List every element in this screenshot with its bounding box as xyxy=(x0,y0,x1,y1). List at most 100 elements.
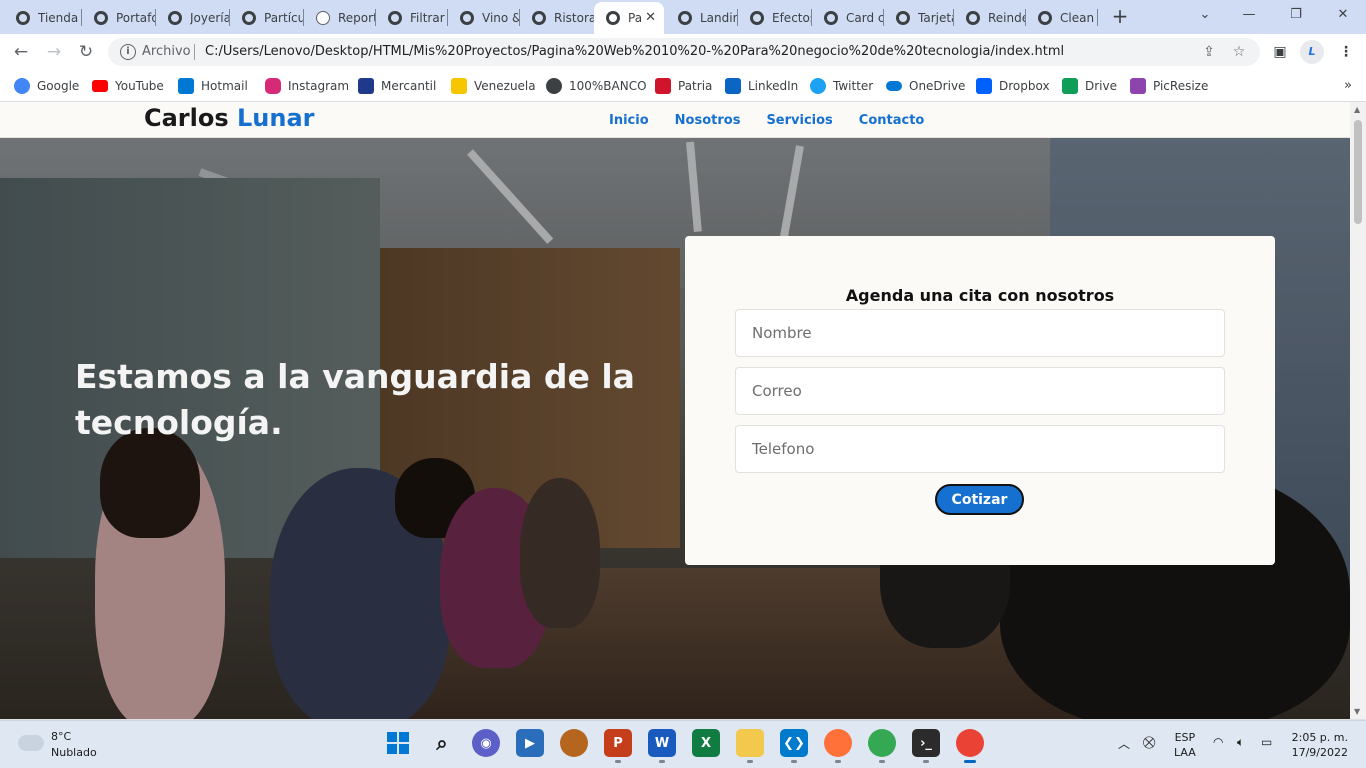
clock[interactable]: 2:05 p. m. 17/9/2022 xyxy=(1290,730,1348,760)
scrollbar-thumb[interactable] xyxy=(1354,120,1362,224)
profile-avatar[interactable]: L xyxy=(1300,40,1324,64)
tab-strip: Tienda Portafolio Joyería Partículas Rep… xyxy=(0,0,1366,34)
email-field[interactable] xyxy=(735,367,1225,415)
scroll-down-icon[interactable]: ▼ xyxy=(1354,707,1360,716)
weather-temperature: 8°C xyxy=(51,730,72,743)
excel-icon[interactable]: X xyxy=(692,729,720,757)
nav-inicio[interactable]: Inicio xyxy=(609,113,649,128)
tab-reporte[interactable]: Reporte xyxy=(304,5,376,30)
tab-filtrar[interactable]: Filtrar xyxy=(376,5,448,30)
new-tab-button[interactable]: + xyxy=(1110,5,1130,29)
name-field[interactable] xyxy=(735,309,1225,357)
tab-card[interactable]: Card c xyxy=(812,5,884,30)
bookmark-instagram[interactable]: Instagram xyxy=(265,77,349,95)
tab-portafolio[interactable]: Portafolio xyxy=(82,5,156,30)
terminal-icon[interactable]: ›_ xyxy=(912,729,940,763)
tab-particulas[interactable]: Partículas xyxy=(230,5,304,30)
phone-field[interactable] xyxy=(735,425,1225,473)
windows-taskbar: 8°C Nublado ⌕ ◉ ▶ P W X ❮❯ ›_ ︿ ⛒ ESP LAA… xyxy=(0,720,1366,768)
bookmark-picresize[interactable]: PicResize xyxy=(1130,77,1208,95)
firefox-icon[interactable] xyxy=(824,729,852,763)
file-explorer-icon[interactable] xyxy=(736,729,764,763)
media-player-icon[interactable]: ▶ xyxy=(516,729,544,757)
language-indicator[interactable]: ESP LAA xyxy=(1174,730,1196,760)
web-icon xyxy=(678,10,692,25)
wifi-icon[interactable]: ◠ xyxy=(1213,735,1223,749)
page-scrollbar[interactable]: ▲ ▼ xyxy=(1350,102,1366,719)
bookmark-hotmail[interactable]: Hotmail xyxy=(178,77,248,95)
appointment-form-card: Agenda una cita con nosotros Cotizar xyxy=(685,236,1275,565)
bookmark-star-icon[interactable]: ☆ xyxy=(1230,43,1248,61)
close-window-icon[interactable]: ✕ xyxy=(1331,4,1355,28)
baseball-glove-icon[interactable] xyxy=(560,729,588,757)
bookmarks-bar: Google YouTube Hotmail Instagram Mercant… xyxy=(0,70,1366,102)
hero-section: Estamos a la vanguardia de la tecnología… xyxy=(0,138,1350,719)
share-icon[interactable]: ⇪ xyxy=(1200,43,1218,61)
menu-icon[interactable]: ⋮ xyxy=(1334,40,1358,64)
site-header: Carlos Lunar Inicio Nosotros Servicios C… xyxy=(0,102,1350,138)
battery-icon[interactable]: ▭ xyxy=(1261,735,1272,749)
show-hidden-icons-icon[interactable]: ︿ xyxy=(1118,735,1130,752)
bookmark-patria[interactable]: Patria xyxy=(655,77,712,95)
linkedin-icon xyxy=(725,78,741,94)
bookmark-mercantil[interactable]: Mercantil xyxy=(358,77,436,95)
bookmark-linkedin[interactable]: LinkedIn xyxy=(725,77,798,95)
nav-servicios[interactable]: Servicios xyxy=(766,113,832,128)
info-icon[interactable]: i xyxy=(120,44,136,60)
bookmark-drive[interactable]: Drive xyxy=(1062,77,1117,95)
bookmark-venezuela[interactable]: Venezuela xyxy=(451,77,536,95)
chrome-profile-icon[interactable] xyxy=(956,729,984,763)
chrome-icon[interactable] xyxy=(868,729,896,763)
site-nav: Inicio Nosotros Servicios Contacto xyxy=(609,113,924,128)
web-icon xyxy=(896,10,910,25)
twitter-icon xyxy=(810,78,826,94)
reload-icon[interactable]: ↻ xyxy=(74,40,98,64)
tab-vino[interactable]: Vino & xyxy=(448,5,520,30)
side-panel-icon[interactable]: ▣ xyxy=(1268,40,1292,64)
web-icon xyxy=(16,10,30,25)
bookmark-100banco[interactable]: 100%BANCO xyxy=(546,77,647,95)
tab-landing[interactable]: Landing xyxy=(666,5,738,30)
windows-start-icon[interactable] xyxy=(384,729,412,757)
chat-icon[interactable]: ◉ xyxy=(472,729,500,757)
nav-nosotros[interactable]: Nosotros xyxy=(675,113,741,128)
tab-active[interactable]: Pa ✕ xyxy=(594,2,664,34)
tab-joyeria[interactable]: Joyería xyxy=(156,5,230,30)
tab-tienda[interactable]: Tienda xyxy=(4,5,82,30)
tab-ristorante[interactable]: Ristorante xyxy=(520,5,594,30)
venezuela-icon xyxy=(451,78,467,94)
tab-tarjeta[interactable]: Tarjeta xyxy=(884,5,954,30)
back-icon[interactable]: ← xyxy=(9,40,33,64)
web-icon xyxy=(460,10,474,25)
dropbox-icon xyxy=(976,78,992,94)
volume-icon[interactable]: 🔈︎ xyxy=(1237,735,1244,750)
close-tab-icon[interactable]: ✕ xyxy=(645,10,656,25)
submit-quote-button[interactable]: Cotizar xyxy=(935,484,1024,515)
nav-contacto[interactable]: Contacto xyxy=(859,113,925,128)
network-warning-icon[interactable]: ⛒ xyxy=(1143,735,1155,750)
word-icon[interactable]: W xyxy=(648,729,676,763)
scroll-up-icon[interactable]: ▲ xyxy=(1354,105,1360,114)
hero-title: Estamos a la vanguardia de la tecnología… xyxy=(75,357,635,442)
tab-reindeer[interactable]: Reindeer xyxy=(954,5,1026,30)
bookmark-onedrive[interactable]: OneDrive xyxy=(886,77,965,95)
bookmark-dropbox[interactable]: Dropbox xyxy=(976,77,1050,95)
forward-icon[interactable]: → xyxy=(42,40,66,64)
tab-efectos[interactable]: Efectos xyxy=(738,5,812,30)
web-icon xyxy=(546,78,562,94)
powerpoint-icon[interactable]: P xyxy=(604,729,632,763)
vscode-icon[interactable]: ❮❯ xyxy=(780,729,808,763)
bookmark-google[interactable]: Google xyxy=(14,77,79,95)
site-logo[interactable]: Carlos Lunar xyxy=(144,104,315,132)
bookmark-twitter[interactable]: Twitter xyxy=(810,77,873,95)
tab-clean[interactable]: Clean xyxy=(1026,5,1098,30)
search-icon[interactable]: ⌕ xyxy=(428,729,456,757)
address-bar[interactable]: i Archivo C:/Users/Lenovo/Desktop/HTML/M… xyxy=(108,38,1260,66)
more-bookmarks-icon[interactable]: » xyxy=(1344,78,1352,93)
url-text[interactable]: C:/Users/Lenovo/Desktop/HTML/Mis%20Proye… xyxy=(205,44,1064,59)
minimize-icon[interactable]: — xyxy=(1237,4,1261,28)
restore-icon[interactable]: ❐ xyxy=(1284,4,1308,28)
bookmark-youtube[interactable]: YouTube xyxy=(92,77,164,95)
web-icon xyxy=(966,10,980,25)
tab-search-icon[interactable]: ⌄ xyxy=(1193,4,1217,28)
